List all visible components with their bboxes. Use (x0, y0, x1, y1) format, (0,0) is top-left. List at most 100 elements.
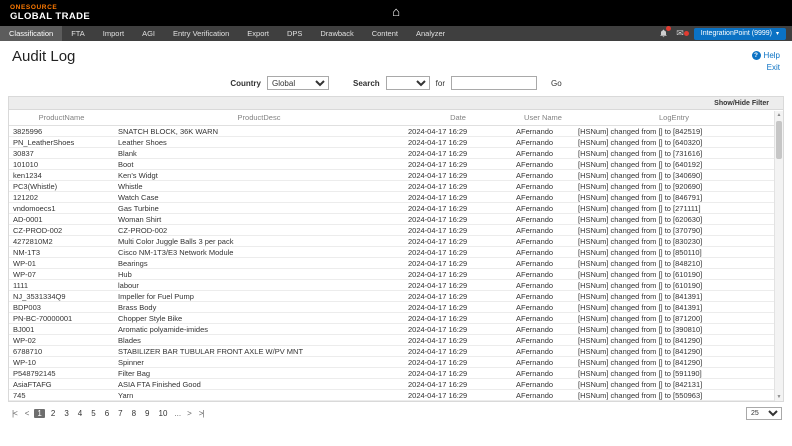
vertical-scrollbar[interactable]: ▲ ▼ (774, 111, 783, 401)
table-row[interactable]: AsiaFTAFGASIA FTA Finished Good2024-04-1… (9, 379, 774, 390)
table-row[interactable]: 6788710STABILIZER BAR TUBULAR FRONT AXLE… (9, 346, 774, 357)
table-row[interactable]: WP-10Spinner2024-04-17 16:29AFernando[HS… (9, 357, 774, 368)
table-row[interactable]: 30837Blank2024-04-17 16:29AFernando[HSNu… (9, 148, 774, 159)
last-page-button[interactable]: >| (197, 409, 206, 418)
cell-date: 2024-04-17 16:29 (404, 126, 512, 137)
cell-product-name: WP-07 (9, 269, 114, 280)
page-button-5[interactable]: 5 (88, 409, 98, 418)
nav-items: ClassificationFTAImportAGIEntry Verifica… (0, 26, 454, 41)
cell-log-entry: [HSNum] changed from [] to [841391] (574, 291, 774, 302)
cell-date: 2024-04-17 16:29 (404, 291, 512, 302)
table-row[interactable]: WP-01Bearings2024-04-17 16:29AFernando[H… (9, 258, 774, 269)
table-row[interactable]: 745Yarn2024-04-17 16:29AFernando[HSNum] … (9, 390, 774, 401)
table-row[interactable]: NM-1T3Cisco NM-1T3/E3 Network Module2024… (9, 247, 774, 258)
mail-badge (684, 31, 689, 36)
nav-item-classification[interactable]: Classification (0, 26, 62, 41)
home-icon[interactable]: ⌂ (392, 4, 400, 19)
nav-item-fta[interactable]: FTA (62, 26, 94, 41)
page-button-7[interactable]: 7 (115, 409, 125, 418)
table-header-row: ProductNameProductDescDateUser NameLogEn… (9, 110, 774, 126)
scroll-up-icon[interactable]: ▲ (775, 111, 783, 119)
prev-page-button[interactable]: < (23, 409, 31, 418)
column-header-user-name[interactable]: User Name (512, 110, 574, 126)
nav-item-content[interactable]: Content (363, 26, 407, 41)
first-page-button[interactable]: |< (10, 409, 19, 418)
table-row[interactable]: WP-07Hub2024-04-17 16:29AFernando[HSNum]… (9, 269, 774, 280)
column-header-logentry[interactable]: LogEntry (574, 110, 774, 126)
page-button-6[interactable]: 6 (102, 409, 112, 418)
cell-product-desc: Impeller for Fuel Pump (114, 291, 404, 302)
search-field-select[interactable] (386, 76, 430, 90)
table-row[interactable]: 121202Watch Case2024-04-17 16:29AFernand… (9, 192, 774, 203)
table-row[interactable]: CZ-PROD-002CZ-PROD-0022024-04-17 16:29AF… (9, 225, 774, 236)
table-row[interactable]: PN-BC-70000001Chopper Style Bike2024-04-… (9, 313, 774, 324)
cell-product-name: ken1234 (9, 170, 114, 181)
column-header-productdesc[interactable]: ProductDesc (114, 110, 404, 126)
nav-item-agi[interactable]: AGI (133, 26, 164, 41)
cell-product-desc: Whistle (114, 181, 404, 192)
column-header-date[interactable]: Date (404, 110, 512, 126)
search-input[interactable] (451, 76, 537, 90)
table-row[interactable]: 101010Boot2024-04-17 16:29AFernando[HSNu… (9, 159, 774, 170)
cell-user-name: AFernando (512, 192, 574, 203)
cell-log-entry: [HSNum] changed from [] to [591190] (574, 368, 774, 379)
notification-badge (666, 26, 671, 31)
page-button-10[interactable]: 10 (156, 409, 171, 418)
cell-date: 2024-04-17 16:29 (404, 192, 512, 203)
cell-date: 2024-04-17 16:29 (404, 390, 512, 401)
brand-logo[interactable]: ONESOURCE GLOBAL TRADE (10, 4, 90, 22)
cell-log-entry: [HSNum] changed from [] to [640320] (574, 137, 774, 148)
cell-product-desc: Cisco NM-1T3/E3 Network Module (114, 247, 404, 258)
table-row[interactable]: 4272810M2Multi Color Juggle Balls 3 per … (9, 236, 774, 247)
next-page-button[interactable]: > (185, 409, 193, 418)
page-button-1[interactable]: 1 (34, 409, 44, 418)
table-row[interactable]: ken1234Ken's Widgt2024-04-17 16:29AFerna… (9, 170, 774, 181)
mail-icon[interactable]: ✉ (676, 29, 684, 38)
go-button[interactable]: Go (551, 79, 562, 88)
cell-user-name: AFernando (512, 313, 574, 324)
table-row[interactable]: BJ001Aromatic polyamide-imides2024-04-17… (9, 324, 774, 335)
help-link[interactable]: ? Help (752, 51, 780, 60)
chevron-down-icon: ▾ (776, 30, 779, 37)
column-header-productname[interactable]: ProductName (9, 110, 114, 126)
table-row[interactable]: AD-0001Woman Shirt2024-04-17 16:29AFerna… (9, 214, 774, 225)
cell-product-name: PC3(Whistle) (9, 181, 114, 192)
cell-log-entry: [HSNum] changed from [] to [842519] (574, 126, 774, 137)
page-button-9[interactable]: 9 (142, 409, 152, 418)
scroll-down-icon[interactable]: ▼ (775, 393, 783, 401)
notifications-bell-icon[interactable] (659, 29, 668, 38)
cell-user-name: AFernando (512, 269, 574, 280)
nav-item-entry-verification[interactable]: Entry Verification (164, 26, 238, 41)
table-row[interactable]: vndomoecs1Gas Turbine2024-04-17 16:29AFe… (9, 203, 774, 214)
table-row[interactable]: WP-02Blades2024-04-17 16:29AFernando[HSN… (9, 335, 774, 346)
cell-log-entry: [HSNum] changed from [] to [848210] (574, 258, 774, 269)
nav-item-export[interactable]: Export (238, 26, 278, 41)
nav-item-drawback[interactable]: Drawback (311, 26, 362, 41)
page-button-3[interactable]: 3 (61, 409, 71, 418)
table-row[interactable]: PN_LeatherShoesLeather Shoes2024-04-17 1… (9, 137, 774, 148)
table-row[interactable]: NJ_3531334Q9Impeller for Fuel Pump2024-0… (9, 291, 774, 302)
table-row[interactable]: 1111labour2024-04-17 16:29AFernando[HSNu… (9, 280, 774, 291)
cell-date: 2024-04-17 16:29 (404, 203, 512, 214)
table-row[interactable]: PC3(Whistle)Whistle2024-04-17 16:29AFern… (9, 181, 774, 192)
user-menu-button[interactable]: IntegrationPoint (9999) ▾ (694, 28, 786, 40)
exit-link[interactable]: Exit (767, 63, 780, 72)
page-button-8[interactable]: 8 (129, 409, 139, 418)
pagination-ellipsis[interactable]: ... (174, 409, 181, 418)
cell-log-entry: [HSNum] changed from [] to [340690] (574, 170, 774, 181)
show-hide-filter-link[interactable]: Show/Hide Filter (714, 100, 769, 107)
cell-user-name: AFernando (512, 148, 574, 159)
help-icon: ? (752, 51, 761, 60)
country-select[interactable]: Global (267, 76, 329, 90)
nav-item-dps[interactable]: DPS (278, 26, 311, 41)
cell-date: 2024-04-17 16:29 (404, 225, 512, 236)
table-row[interactable]: P548792145Filter Bag2024-04-17 16:29AFer… (9, 368, 774, 379)
nav-item-analyzer[interactable]: Analyzer (407, 26, 454, 41)
table-row[interactable]: BDP003Brass Body2024-04-17 16:29AFernand… (9, 302, 774, 313)
page-size-select[interactable]: 25 (746, 407, 782, 420)
nav-item-import[interactable]: Import (94, 26, 133, 41)
scrollbar-thumb[interactable] (776, 121, 782, 159)
page-button-4[interactable]: 4 (75, 409, 85, 418)
table-row[interactable]: 3825996SNATCH BLOCK, 36K WARN2024-04-17 … (9, 126, 774, 137)
page-button-2[interactable]: 2 (48, 409, 58, 418)
